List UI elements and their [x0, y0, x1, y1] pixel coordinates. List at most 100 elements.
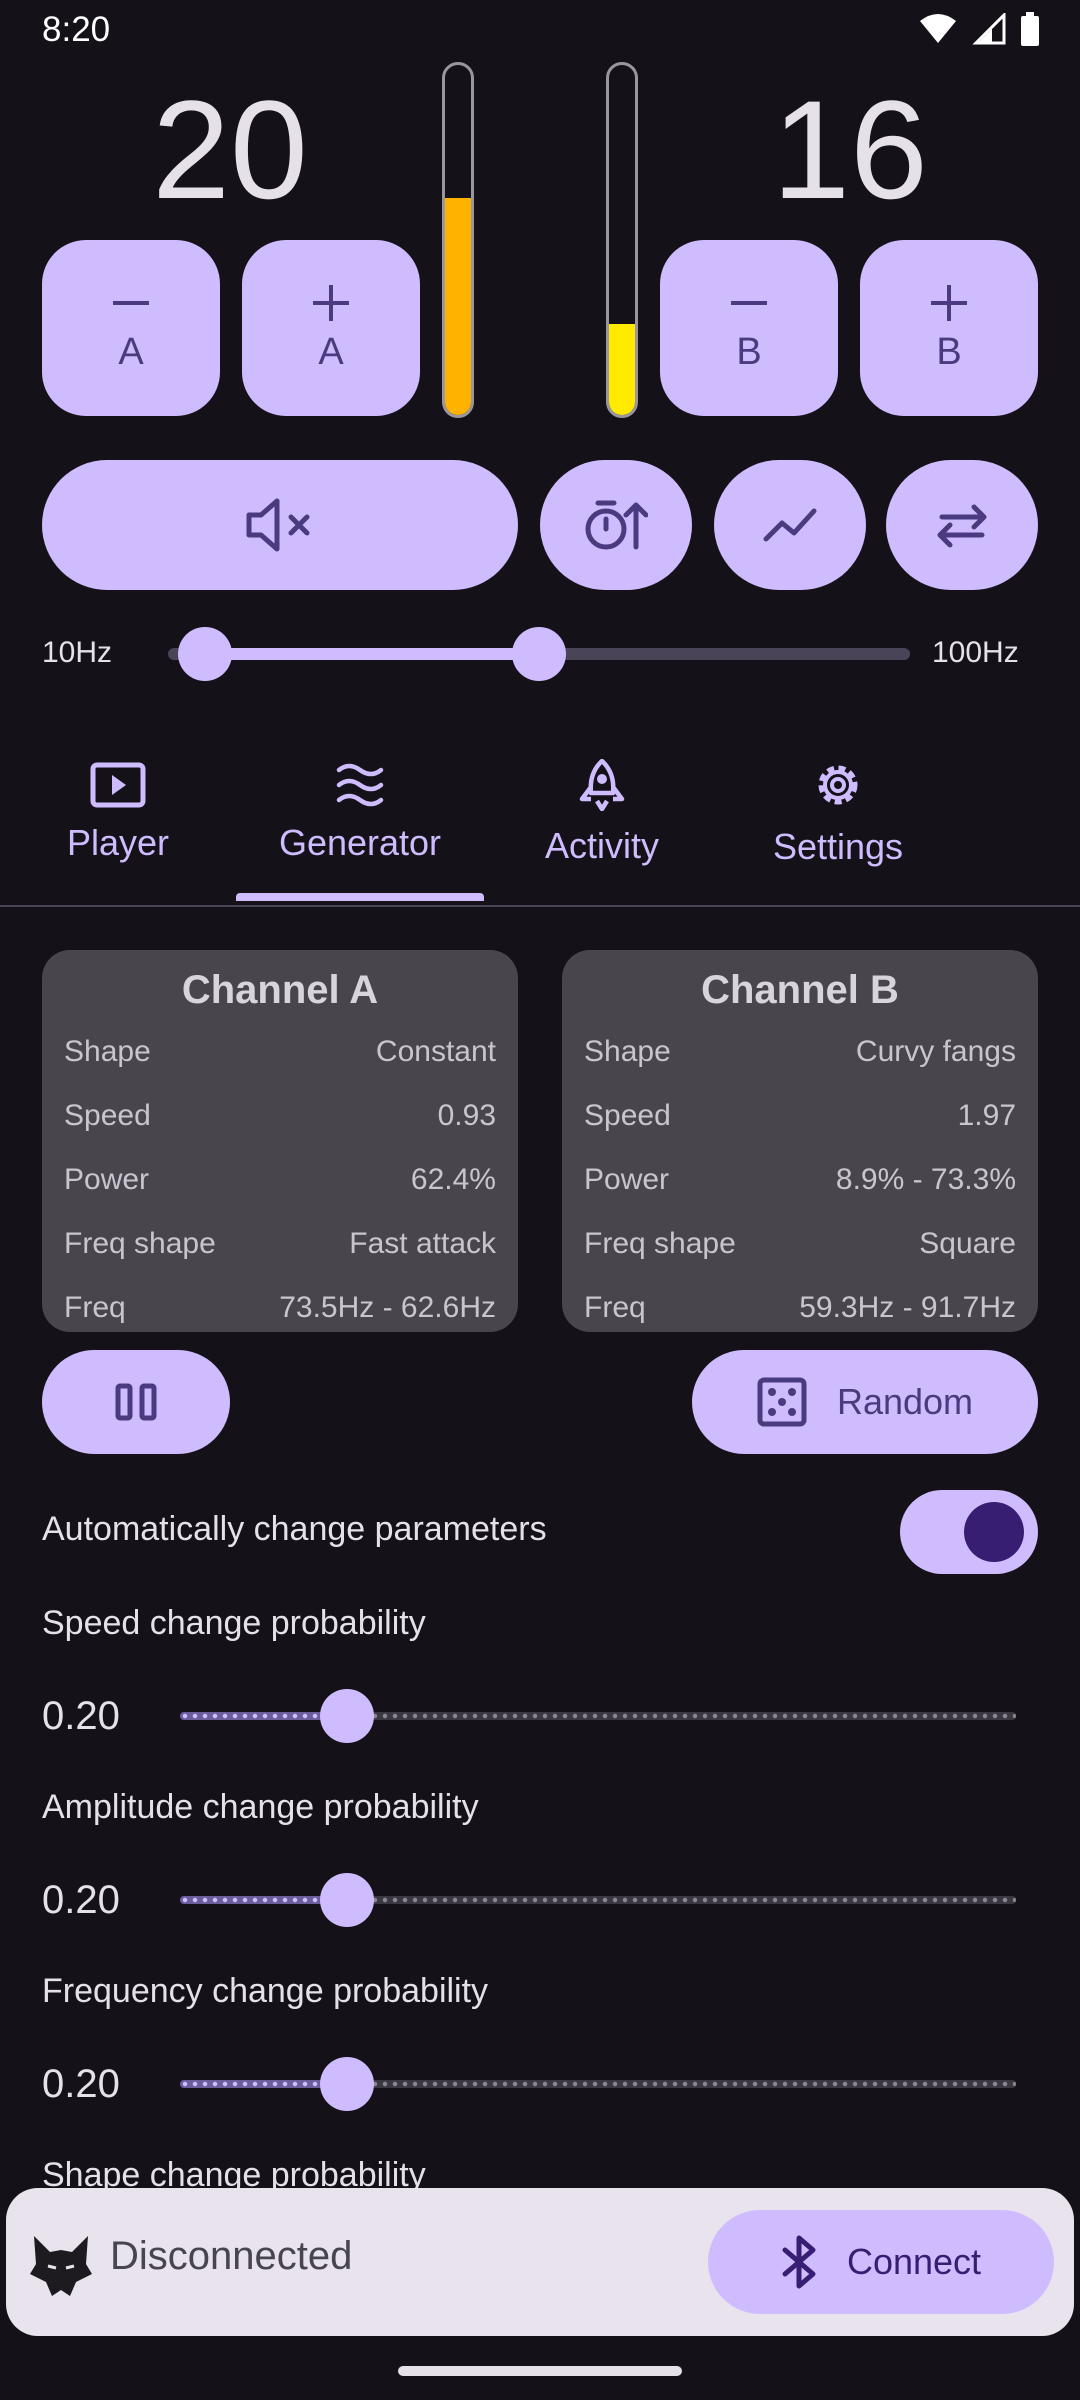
card-row: Freq 59.3Hz - 91.7Hz: [584, 1276, 1016, 1340]
frequency-probability-slider[interactable]: [180, 2057, 1016, 2111]
tab-settings[interactable]: Settings: [720, 720, 956, 906]
row-label: Shape: [64, 1035, 151, 1068]
freq-max-label: 100Hz: [932, 636, 1019, 669]
speed-probability-slider[interactable]: [180, 1689, 1016, 1743]
plus-icon: [931, 284, 967, 321]
random-button-label: Random: [836, 1381, 974, 1422]
pause-button[interactable]: [42, 1350, 230, 1454]
rocket-icon: [579, 759, 625, 811]
minus-icon: [113, 300, 149, 305]
card-row: Power 62.4%: [64, 1148, 496, 1212]
tab-bar: Player Generator Activity Settings: [0, 720, 1080, 908]
row-value: 8.9% - 73.3%: [835, 1163, 1016, 1196]
channel-b-plus-button[interactable]: B: [860, 240, 1038, 416]
card-row: Speed 1.97: [584, 1084, 1016, 1148]
chart-line-icon: [763, 508, 817, 542]
connect-button-label: Connect: [846, 2241, 982, 2282]
chart-button[interactable]: [714, 460, 866, 590]
play-icon: [90, 762, 146, 808]
pause-icon: [115, 1383, 157, 1421]
timer-up-button[interactable]: [540, 460, 692, 590]
tab-generator[interactable]: Generator: [236, 720, 484, 906]
freq-range-slider[interactable]: [168, 627, 910, 681]
row-value: Square: [919, 1227, 1016, 1260]
channel-b-card-title: Channel B: [701, 968, 899, 1012]
card-row: Freq shape Square: [584, 1212, 1016, 1276]
card-row: Shape Curvy fangs: [584, 1020, 1016, 1084]
channel-a-plus-label: A: [318, 330, 344, 373]
freq-min-knob[interactable]: [178, 627, 233, 681]
row-value: Curvy fangs: [855, 1035, 1016, 1068]
slider-knob[interactable]: [320, 2057, 375, 2111]
frequency-probability-value: 0.20: [42, 2062, 120, 2106]
channel-a-meter: [442, 62, 474, 418]
tab-player[interactable]: Player: [0, 720, 236, 906]
tab-generator-label: Generator: [278, 822, 442, 863]
swap-icon: [937, 504, 987, 548]
connect-button[interactable]: Connect: [708, 2210, 1054, 2314]
channel-a-card: Channel A Shape Constant Speed 0.93 Power 6…: [42, 950, 518, 1332]
tab-player-label: Player: [66, 822, 170, 863]
card-row: Power 8.9% - 73.3%: [584, 1148, 1016, 1212]
channel-a-minus-label: A: [118, 330, 144, 373]
bluetooth-icon: [782, 2235, 816, 2289]
row-label: Shape: [584, 1035, 671, 1068]
speed-probability-title: Speed change probability: [42, 1604, 426, 1642]
swap-button[interactable]: [886, 460, 1038, 590]
channel-a-minus-button[interactable]: A: [42, 240, 220, 416]
amplitude-probability-slider[interactable]: [180, 1873, 1016, 1927]
tab-settings-label: Settings: [772, 826, 904, 867]
card-row: Freq shape Fast attack: [64, 1212, 496, 1276]
row-value: Constant: [375, 1035, 496, 1068]
waves-icon: [336, 763, 384, 807]
channel-a-plus-button[interactable]: A: [242, 240, 420, 416]
card-row: Speed 0.93: [64, 1084, 496, 1148]
tab-activity-label: Activity: [544, 825, 659, 866]
freq-min-label: 10Hz: [42, 636, 113, 669]
plus-icon: [313, 284, 349, 321]
battery-icon: [1021, 12, 1039, 46]
tab-active-indicator: [236, 893, 484, 901]
mute-button[interactable]: [42, 460, 518, 590]
auto-change-label: Automatically change parameters: [42, 1510, 547, 1548]
dice-icon: [757, 1377, 807, 1427]
gesture-handle: [398, 2366, 682, 2376]
tab-activity[interactable]: Activity: [484, 720, 720, 906]
signal-icon: [972, 13, 1006, 45]
channel-a-level: 20: [152, 71, 308, 228]
row-label: Freq: [64, 1291, 126, 1324]
row-value: 59.3Hz - 91.7Hz: [799, 1291, 1016, 1324]
wolf-icon: [30, 2236, 92, 2296]
channel-b-card: Channel B Shape Curvy fangs Speed 1.97 Pow…: [562, 950, 1038, 1332]
connection-status: Disconnected: [110, 2234, 353, 2278]
channel-b-plus-label: B: [936, 330, 962, 373]
random-button[interactable]: Random: [692, 1350, 1038, 1454]
speed-probability-value: 0.20: [42, 1694, 120, 1738]
freq-max-knob[interactable]: [512, 627, 566, 681]
amplitude-probability-title: Amplitude change probability: [42, 1788, 479, 1826]
row-label: Freq shape: [584, 1227, 736, 1260]
row-label: Freq: [584, 1291, 646, 1324]
row-value: 0.93: [437, 1099, 496, 1132]
mute-icon: [246, 498, 310, 552]
row-label: Power: [584, 1163, 670, 1196]
channel-b-meter-fill: [609, 324, 635, 415]
card-row: Shape Constant: [64, 1020, 496, 1084]
row-value: 62.4%: [410, 1163, 496, 1196]
connection-bar: Disconnected Connect: [6, 2188, 1074, 2336]
status-icons: [918, 12, 1040, 46]
channel-b-minus-button[interactable]: B: [660, 240, 838, 416]
timer-up-icon: [585, 500, 648, 550]
channel-b-level: 16: [772, 71, 928, 228]
row-value: 1.97: [957, 1099, 1016, 1132]
minus-icon: [731, 300, 767, 305]
status-time: 8:20: [42, 10, 111, 49]
channel-a-card-title: Channel A: [181, 968, 379, 1012]
slider-knob[interactable]: [320, 1689, 375, 1743]
slider-knob[interactable]: [320, 1873, 375, 1927]
row-value: 73.5Hz - 62.6Hz: [279, 1291, 496, 1324]
auto-change-toggle[interactable]: [900, 1490, 1038, 1574]
channel-b-minus-label: B: [736, 330, 762, 373]
channel-a-meter-fill: [445, 198, 471, 415]
toggle-thumb: [964, 1502, 1024, 1562]
